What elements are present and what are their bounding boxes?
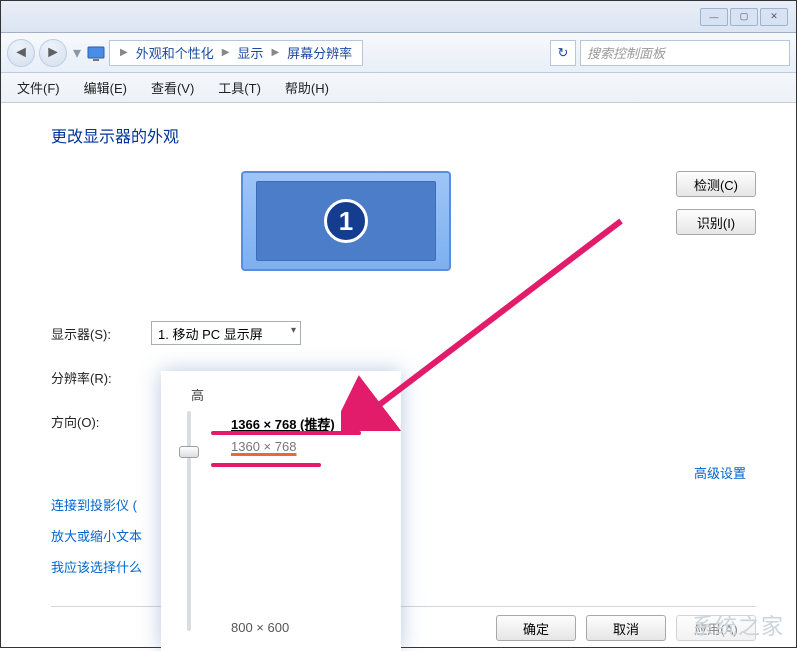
orientation-label: 方向(O):	[51, 412, 151, 431]
chevron-icon: ▶	[116, 47, 132, 58]
monitor-inner: 1	[256, 181, 436, 261]
window-controls: — ▢ ✕	[700, 8, 788, 26]
title-bar: — ▢ ✕	[1, 1, 796, 33]
help-links: 连接到投影仪 ( 放大或缩小文本 我应该选择什么	[51, 495, 756, 576]
nav-dropdown-arrow[interactable]: ▾	[71, 39, 83, 67]
arrow-right-icon: ►	[45, 44, 61, 62]
nav-forward-button[interactable]: ►	[39, 39, 67, 67]
ok-button[interactable]: 确定	[496, 615, 576, 641]
display-label: 显示器(S):	[51, 324, 151, 343]
search-input[interactable]: 搜索控制面板	[580, 40, 790, 66]
chevron-icon: ▶	[267, 47, 283, 58]
nav-back-button[interactable]: ◄	[7, 39, 35, 67]
refresh-button[interactable]: ↻	[550, 40, 576, 66]
crumb-appearance[interactable]: 外观和个性化	[132, 43, 218, 62]
maximize-button[interactable]: ▢	[730, 8, 758, 26]
advanced-settings-link[interactable]: 高级设置	[694, 463, 746, 482]
menu-tools[interactable]: 工具(T)	[212, 76, 267, 99]
orientation-row: 方向(O):	[51, 399, 756, 443]
crumb-display[interactable]: 显示	[233, 43, 267, 62]
link-which-resolution[interactable]: 我应该选择什么	[51, 557, 756, 576]
breadcrumb: ▶ 外观和个性化 ▶ 显示 ▶ 屏幕分辨率	[109, 40, 363, 66]
monitor-row: 1 检测(C) 识别(I)	[51, 171, 756, 271]
monitor-number-badge: 1	[324, 199, 368, 243]
menu-file[interactable]: 文件(F)	[11, 76, 66, 99]
menu-edit[interactable]: 编辑(E)	[78, 76, 133, 99]
link-textsize[interactable]: 放大或缩小文本	[51, 526, 756, 545]
resolution-option-1360[interactable]: 1360 × 768	[231, 439, 391, 454]
page-title: 更改显示器的外观	[51, 123, 756, 147]
link-projector[interactable]: 连接到投影仪 (	[51, 495, 756, 514]
resolution-label: 分辨率(R):	[51, 368, 151, 387]
identify-button[interactable]: 识别(I)	[676, 209, 756, 235]
nav-bar: ◄ ► ▾ ▶ 外观和个性化 ▶ 显示 ▶ 屏幕分辨率 ↻ 搜索控制面板	[1, 33, 796, 73]
menu-view[interactable]: 查看(V)	[145, 76, 200, 99]
close-button[interactable]: ✕	[760, 8, 788, 26]
apply-button[interactable]: 应用(A)	[676, 615, 756, 641]
slider-high-label: 高	[191, 385, 391, 404]
slider-track[interactable]	[187, 411, 191, 631]
detect-button[interactable]: 检测(C)	[676, 171, 756, 197]
menu-bar: 文件(F) 编辑(E) 查看(V) 工具(T) 帮助(H)	[1, 73, 796, 103]
detect-button-group: 检测(C) 识别(I)	[676, 171, 756, 271]
chevron-icon: ▶	[218, 47, 234, 58]
resolution-option-800[interactable]: 800 × 600	[231, 620, 289, 635]
annotation-underline-2	[211, 463, 321, 467]
menu-help[interactable]: 帮助(H)	[279, 76, 335, 99]
slider-thumb[interactable]	[179, 446, 199, 458]
display-combobox[interactable]: 1. 移动 PC 显示屏	[151, 321, 301, 345]
cancel-button[interactable]: 取消	[586, 615, 666, 641]
minimize-button[interactable]: —	[700, 8, 728, 26]
display-row: 显示器(S): 1. 移动 PC 显示屏	[51, 311, 756, 355]
resolution-row: 分辨率(R):	[51, 355, 756, 399]
footer-separator	[51, 606, 756, 607]
monitor-preview[interactable]: 1	[241, 171, 451, 271]
crumb-resolution[interactable]: 屏幕分辨率	[283, 43, 356, 62]
annotation-underline-1	[211, 431, 361, 435]
arrow-left-icon: ◄	[13, 44, 29, 62]
resolution-slider-popup: 高 1366 × 768 (推荐) 1360 × 768 800 × 600	[161, 371, 401, 651]
footer-buttons: 确定 取消 应用(A)	[496, 615, 756, 641]
control-panel-icon	[87, 44, 105, 62]
